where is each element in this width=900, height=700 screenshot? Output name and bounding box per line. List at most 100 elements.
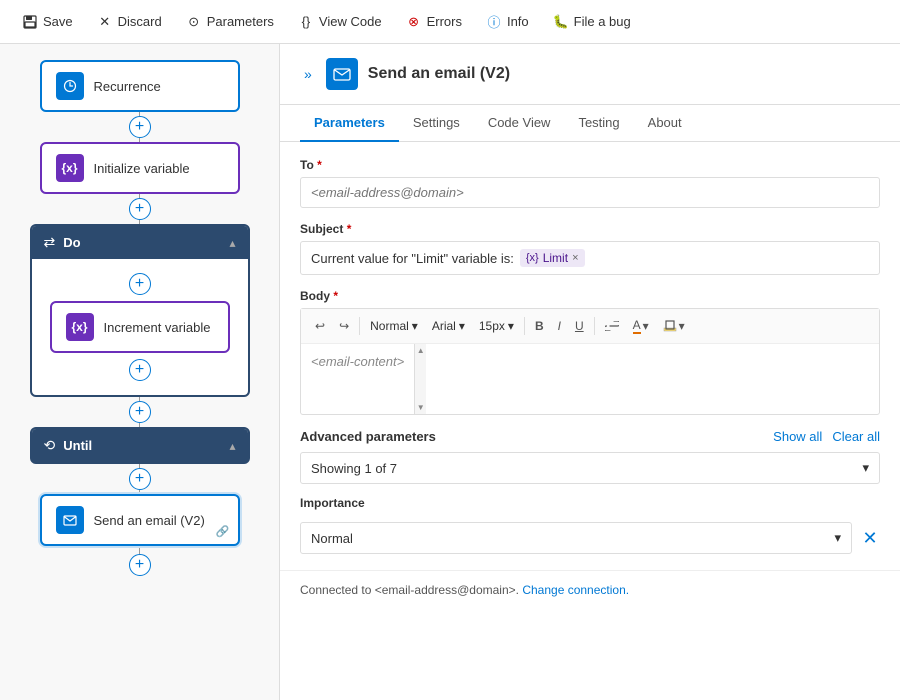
increment-variable-node[interactable]: {x} Increment variable (50, 301, 230, 353)
format-select[interactable]: Normal (364, 316, 424, 336)
parameters-button[interactable]: ⊙ Parameters (176, 9, 284, 35)
highlight-button[interactable] (657, 316, 691, 336)
connector-2: + (129, 194, 151, 224)
panel-title: Send an email (V2) (368, 65, 510, 83)
subject-input[interactable]: Current value for "Limit" variable is: {… (300, 241, 880, 275)
until-collapse-icon[interactable] (229, 439, 235, 453)
panel-header: » Send an email (V2) (280, 44, 900, 105)
redo-button[interactable]: ↪ (333, 316, 355, 336)
view-code-button[interactable]: {} View Code (288, 9, 392, 35)
file-bug-button[interactable]: 🐛 File a bug (543, 9, 641, 35)
add-step-do-1[interactable]: + (129, 273, 151, 295)
parameters-icon: ⊙ (186, 14, 202, 30)
editor-scrollbar[interactable]: ▲ ▼ (414, 344, 426, 414)
parameters-label: Parameters (207, 14, 274, 29)
increment-variable-icon: {x} (66, 313, 94, 341)
send-email-icon (56, 506, 84, 534)
save-button[interactable]: Save (12, 9, 83, 35)
subject-field-group: Subject * Current value for "Limit" vari… (300, 222, 880, 275)
bold-button[interactable]: B (529, 316, 550, 336)
to-label: To * (300, 158, 880, 172)
info-button[interactable]: ⓘ Info (476, 9, 539, 35)
importance-dropdown[interactable]: Normal (300, 522, 852, 554)
body-input[interactable]: <email-content> (301, 344, 414, 414)
advanced-dropdown-chevron (862, 460, 869, 476)
add-step-do-2[interactable]: + (129, 359, 151, 381)
connector-bottom: + (129, 546, 151, 576)
undo-button[interactable]: ↩ (309, 316, 331, 336)
body-placeholder: <email-content> (311, 354, 404, 369)
scroll-down-arrow[interactable]: ▼ (417, 403, 425, 412)
properties-panel: » Send an email (V2) Parameters Settings… (280, 44, 900, 700)
importance-row: Normal ✕ (300, 522, 880, 554)
font-color-chevron (643, 319, 649, 333)
link-button[interactable] (599, 318, 625, 334)
change-connection-link[interactable]: Change connection. (522, 583, 629, 597)
do-body: + {x} Increment variable + (32, 259, 248, 395)
tab-parameters[interactable]: Parameters (300, 105, 399, 142)
bug-icon: 🐛 (553, 14, 569, 30)
do-header[interactable]: ⇄ Do (32, 226, 248, 259)
do-collapse-icon[interactable] (229, 236, 235, 250)
italic-button[interactable]: I (552, 316, 567, 336)
importance-label: Importance (300, 496, 880, 510)
send-email-node[interactable]: Send an email (V2) 🔗 (40, 494, 240, 546)
scroll-up-arrow[interactable]: ▲ (417, 346, 425, 355)
tab-settings[interactable]: Settings (399, 105, 474, 142)
font-select[interactable]: Arial (426, 316, 471, 336)
save-label: Save (43, 14, 73, 29)
subject-text: Current value for "Limit" variable is: (311, 251, 514, 266)
to-required: * (317, 158, 322, 172)
errors-label: Errors (427, 14, 462, 29)
errors-icon: ⊗ (406, 14, 422, 30)
font-color-button[interactable]: A (627, 315, 655, 337)
panel-icon (326, 58, 358, 90)
tab-testing[interactable]: Testing (564, 105, 633, 142)
add-step-3[interactable]: + (129, 401, 151, 423)
to-input[interactable] (300, 177, 880, 208)
connector-1: + (129, 112, 151, 142)
add-step-1[interactable]: + (129, 116, 151, 138)
add-step-2[interactable]: + (129, 198, 151, 220)
recurrence-node[interactable]: Recurrence (40, 60, 240, 112)
size-select[interactable]: 15px (473, 316, 520, 336)
connector-bottom-line (139, 546, 140, 554)
add-step-4[interactable]: + (129, 468, 151, 490)
clear-all-link[interactable]: Clear all (832, 429, 880, 444)
connector-3: + (129, 397, 151, 427)
until-container: ⟲ Until (30, 427, 250, 464)
format-label: Normal (370, 319, 409, 333)
discard-button[interactable]: ✕ Discard (87, 9, 172, 35)
until-header[interactable]: ⟲ Until (32, 429, 248, 462)
advanced-dropdown-label: Showing 1 of 7 (311, 461, 397, 476)
main-layout: Recurrence + {x} Initialize variable + ⇄ (0, 44, 900, 700)
size-chevron (508, 319, 514, 333)
advanced-actions: Show all Clear all (773, 429, 880, 444)
toolbar-divider-3 (594, 317, 595, 335)
advanced-dropdown[interactable]: Showing 1 of 7 (300, 452, 880, 484)
subject-token: {x} Limit × (520, 249, 585, 267)
increment-variable-label: Increment variable (104, 320, 211, 335)
errors-button[interactable]: ⊗ Errors (396, 9, 472, 35)
tab-about[interactable]: About (634, 105, 696, 142)
tabs-bar: Parameters Settings Code View Testing Ab… (280, 105, 900, 142)
expand-arrows[interactable]: » (300, 62, 316, 86)
until-label: Until (63, 438, 92, 453)
tab-code-view[interactable]: Code View (474, 105, 565, 142)
underline-button[interactable]: U (569, 316, 590, 336)
send-email-label: Send an email (V2) (94, 513, 205, 528)
editor-area: <email-content> ▲ ▼ (301, 344, 879, 414)
to-field-group: To * (300, 158, 880, 208)
show-all-link[interactable]: Show all (773, 429, 822, 444)
importance-clear-button[interactable]: ✕ (860, 528, 880, 548)
init-variable-node[interactable]: {x} Initialize variable (40, 142, 240, 194)
add-step-bottom[interactable]: + (129, 554, 151, 576)
toolbar-divider-2 (524, 317, 525, 335)
panel-footer: Connected to <email-address@domain>. Cha… (280, 570, 900, 609)
importance-chevron (834, 530, 841, 546)
form-content: To * Subject * Current value for "Limit"… (280, 142, 900, 570)
body-field-group: Body * ↩ ↪ Normal Arial (300, 289, 880, 415)
discard-icon: ✕ (97, 14, 113, 30)
footer-connected-email: <email-address@domain>. (375, 583, 519, 597)
token-close-button[interactable]: × (572, 252, 578, 264)
